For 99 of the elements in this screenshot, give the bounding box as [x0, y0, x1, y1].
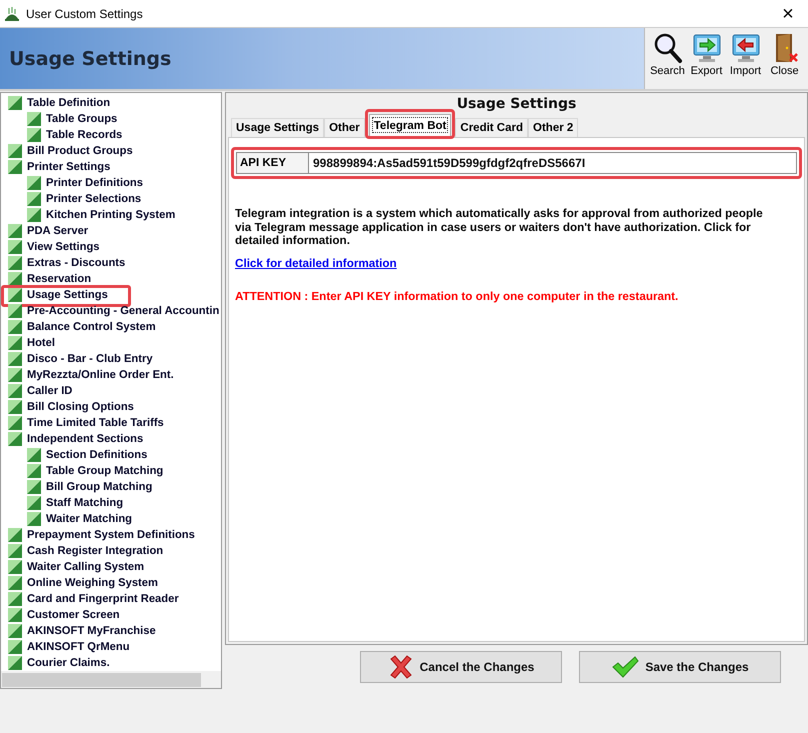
tree-item[interactable]: AKINSOFT QrMenu: [1, 639, 221, 655]
tree-item[interactable]: Table Definition: [1, 95, 221, 111]
tree-item[interactable]: Printer Definitions: [1, 175, 221, 191]
tree-node-icon: [27, 128, 41, 142]
warning-text: ATTENTION : Enter API KEY information to only one computer in the restaurant.: [235, 290, 680, 303]
tree-node-icon: [27, 512, 41, 526]
tree-node-icon: [27, 192, 41, 206]
tree-node-icon: [27, 480, 41, 494]
tree-item[interactable]: Caller ID: [1, 383, 221, 399]
tree-item[interactable]: Waiter Calling System: [1, 559, 221, 575]
tab[interactable]: Other: [324, 118, 365, 137]
tree-item[interactable]: Hotel: [1, 335, 221, 351]
tree-item[interactable]: Disco - Bar - Club Entry: [1, 351, 221, 367]
page-title: Usage Settings: [9, 48, 172, 70]
horizontal-scrollbar[interactable]: [1, 671, 221, 688]
tree-item[interactable]: Customer Screen: [1, 607, 221, 623]
tree-item[interactable]: Independent Sections: [1, 431, 221, 447]
tree-node-icon: [8, 640, 22, 654]
tree-item[interactable]: Usage Settings: [1, 287, 221, 303]
tree-item[interactable]: Courier Claims.: [1, 655, 221, 671]
tree-node-icon: [8, 528, 22, 542]
check-icon: [611, 656, 640, 678]
tree-node-icon: [27, 208, 41, 222]
tree-node-icon: [8, 304, 22, 318]
tab[interactable]: Credit Card: [455, 118, 528, 137]
tree-item[interactable]: Card and Fingerprint Reader: [1, 591, 221, 607]
tree-node-icon: [8, 160, 22, 174]
tree-item[interactable]: Pre-Accounting - General Accountin: [1, 303, 221, 319]
cross-icon: [388, 655, 414, 679]
panel-title: Usage Settings: [456, 95, 578, 114]
tree-node-icon: [8, 320, 22, 334]
toolbar-button[interactable]: Export: [687, 31, 726, 89]
tree-node-icon: [8, 560, 22, 574]
tree-node-icon: [8, 272, 22, 286]
tree-node-icon: [8, 288, 22, 302]
tree-item[interactable]: Printer Selections: [1, 191, 221, 207]
tree-node-icon: [8, 656, 22, 670]
tab[interactable]: Usage Settings: [231, 118, 324, 137]
tab[interactable]: Telegram Bot: [368, 114, 452, 136]
tree-node-icon: [27, 496, 41, 510]
tree-node-icon: [27, 176, 41, 190]
tree-item[interactable]: Bill Group Matching: [1, 479, 221, 495]
monitor-arrow-icon: [692, 32, 722, 64]
tree-item[interactable]: Time Limited Table Tariffs: [1, 415, 221, 431]
tree-node-icon: [8, 416, 22, 430]
tree-node-icon: [8, 384, 22, 398]
tree-node-icon: [8, 224, 22, 238]
tree-item[interactable]: Kitchen Printing System: [1, 207, 221, 223]
toolbar-button[interactable]: Import: [726, 31, 765, 89]
tree-item[interactable]: Cash Register Integration: [1, 543, 221, 559]
tree-node-icon: [8, 624, 22, 638]
tree-item[interactable]: MyRezzta/Online Order Ent.: [1, 367, 221, 383]
api-key-label: API KEY: [239, 156, 288, 171]
toolbar-button[interactable]: Close: [765, 31, 804, 89]
tree-item[interactable]: Table Records: [1, 127, 221, 143]
tree-node-icon: [8, 368, 22, 382]
tree-item[interactable]: PDA Server: [1, 223, 221, 239]
close-icon[interactable]: ×: [768, 2, 808, 26]
tree-node-icon: [8, 576, 22, 590]
tree-node-icon: [8, 608, 22, 622]
tree-item[interactable]: Online Weighing System: [1, 575, 221, 591]
api-key-input[interactable]: 998899894:As5ad591t59D599gfdgf2qfreDS5667I: [308, 153, 796, 173]
tree-node-icon: [27, 448, 41, 462]
toolbar-button[interactable]: Search: [648, 31, 687, 89]
app-icon: [4, 6, 20, 22]
tree-node-icon: [8, 432, 22, 446]
save-button[interactable]: Save the Changes: [579, 651, 781, 683]
tree-node-icon: [8, 336, 22, 350]
tree-item[interactable]: Bill Product Groups: [1, 143, 221, 159]
tree-node-icon: [27, 464, 41, 478]
cancel-button[interactable]: Cancel the Changes: [360, 651, 562, 683]
tree-item[interactable]: Section Definitions: [1, 447, 221, 463]
window-title: User Custom Settings: [26, 6, 143, 20]
tree-node-icon: [8, 256, 22, 270]
tree-item[interactable]: Staff Matching: [1, 495, 221, 511]
monitor-arrow-icon: [730, 32, 760, 64]
tree-node-icon: [8, 144, 22, 158]
tree-item[interactable]: Prepayment System Definitions: [1, 527, 221, 543]
info-link[interactable]: Click for detailed information: [235, 256, 397, 270]
tree-item[interactable]: AKINSOFT MyFranchise: [1, 623, 221, 639]
tree-item[interactable]: Printer Settings: [1, 159, 221, 175]
tree-item[interactable]: Bill Closing Options: [1, 399, 221, 415]
tree-item[interactable]: Table Groups: [1, 111, 221, 127]
tree-node-icon: [8, 592, 22, 606]
tree-node-icon: [8, 240, 22, 254]
tree-item[interactable]: Table Group Matching: [1, 463, 221, 479]
tree-item[interactable]: Waiter Matching: [1, 511, 221, 527]
tree-node-icon: [8, 96, 22, 110]
tree-item[interactable]: View Settings: [1, 239, 221, 255]
tree-node-icon: [8, 544, 22, 558]
tree-item[interactable]: Balance Control System: [1, 319, 221, 335]
tree-item[interactable]: Extras - Discounts: [1, 255, 221, 271]
search-icon: [652, 32, 682, 64]
tree-item[interactable]: Reservation: [1, 271, 221, 287]
description-text: Telegram integration is a system which automatically asks for approval from authorized people via Telegram message application in case users or waiters don't have authorization. Click for detailed information.: [235, 207, 764, 248]
tree-node-icon: [27, 112, 41, 126]
tab[interactable]: Other 2: [528, 118, 578, 137]
tree-node-icon: [8, 400, 22, 414]
tree-node-icon: [8, 352, 22, 366]
